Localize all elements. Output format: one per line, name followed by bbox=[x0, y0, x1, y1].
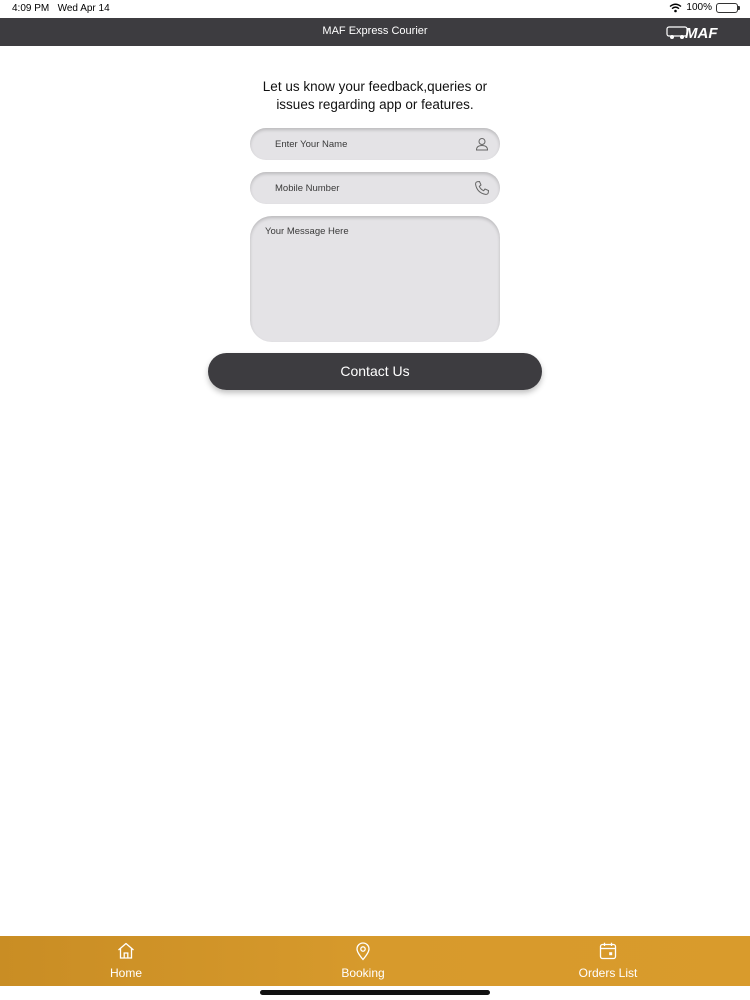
tab-booking[interactable]: Booking bbox=[293, 936, 433, 986]
phone-icon bbox=[475, 180, 490, 195]
intro-line-2: issues regarding app or features. bbox=[276, 97, 474, 112]
status-clock: 4:09 PM bbox=[12, 3, 50, 14]
mobile-placeholder: Mobile Number bbox=[275, 183, 340, 194]
tab-booking-label: Booking bbox=[341, 966, 385, 980]
message-textarea[interactable]: Your Message Here bbox=[250, 216, 500, 342]
maf-logo: MAF bbox=[666, 25, 718, 42]
battery-icon bbox=[716, 2, 740, 13]
home-icon bbox=[118, 942, 134, 959]
user-icon bbox=[475, 138, 489, 151]
tab-orders-list-label: Orders List bbox=[578, 966, 638, 980]
nav-bar: MAF Express Courier MAF bbox=[0, 18, 750, 46]
status-bar: 4:09 PM Wed Apr 14 100% bbox=[0, 0, 750, 18]
name-placeholder: Enter Your Name bbox=[275, 139, 348, 150]
mobile-input[interactable]: Mobile Number bbox=[250, 172, 500, 204]
name-input[interactable]: Enter Your Name bbox=[250, 128, 500, 160]
tab-home-label: Home bbox=[109, 966, 142, 980]
tab-orders-list[interactable]: Orders List bbox=[538, 936, 678, 986]
wifi-icon bbox=[669, 3, 682, 12]
status-time: 4:09 PM Wed Apr 14 bbox=[12, 3, 110, 14]
message-placeholder: Your Message Here bbox=[265, 226, 349, 237]
status-date: Wed Apr 14 bbox=[57, 3, 110, 14]
tab-home[interactable]: Home bbox=[56, 936, 196, 986]
contact-us-button[interactable]: Contact Us bbox=[208, 353, 542, 390]
battery-percent: 100% bbox=[686, 2, 712, 13]
home-indicator bbox=[260, 990, 490, 995]
intro-text: Let us know your feedback,queries or iss… bbox=[175, 78, 575, 114]
tab-bar: Home Booking Orders List bbox=[0, 936, 750, 986]
status-right: 100% bbox=[669, 2, 740, 13]
location-pin-icon bbox=[356, 942, 370, 961]
nav-title: MAF Express Courier bbox=[322, 25, 428, 37]
calendar-icon bbox=[599, 942, 617, 960]
intro-line-1: Let us know your feedback,queries or bbox=[262, 79, 488, 94]
svg-text:MAF: MAF bbox=[685, 25, 718, 42]
